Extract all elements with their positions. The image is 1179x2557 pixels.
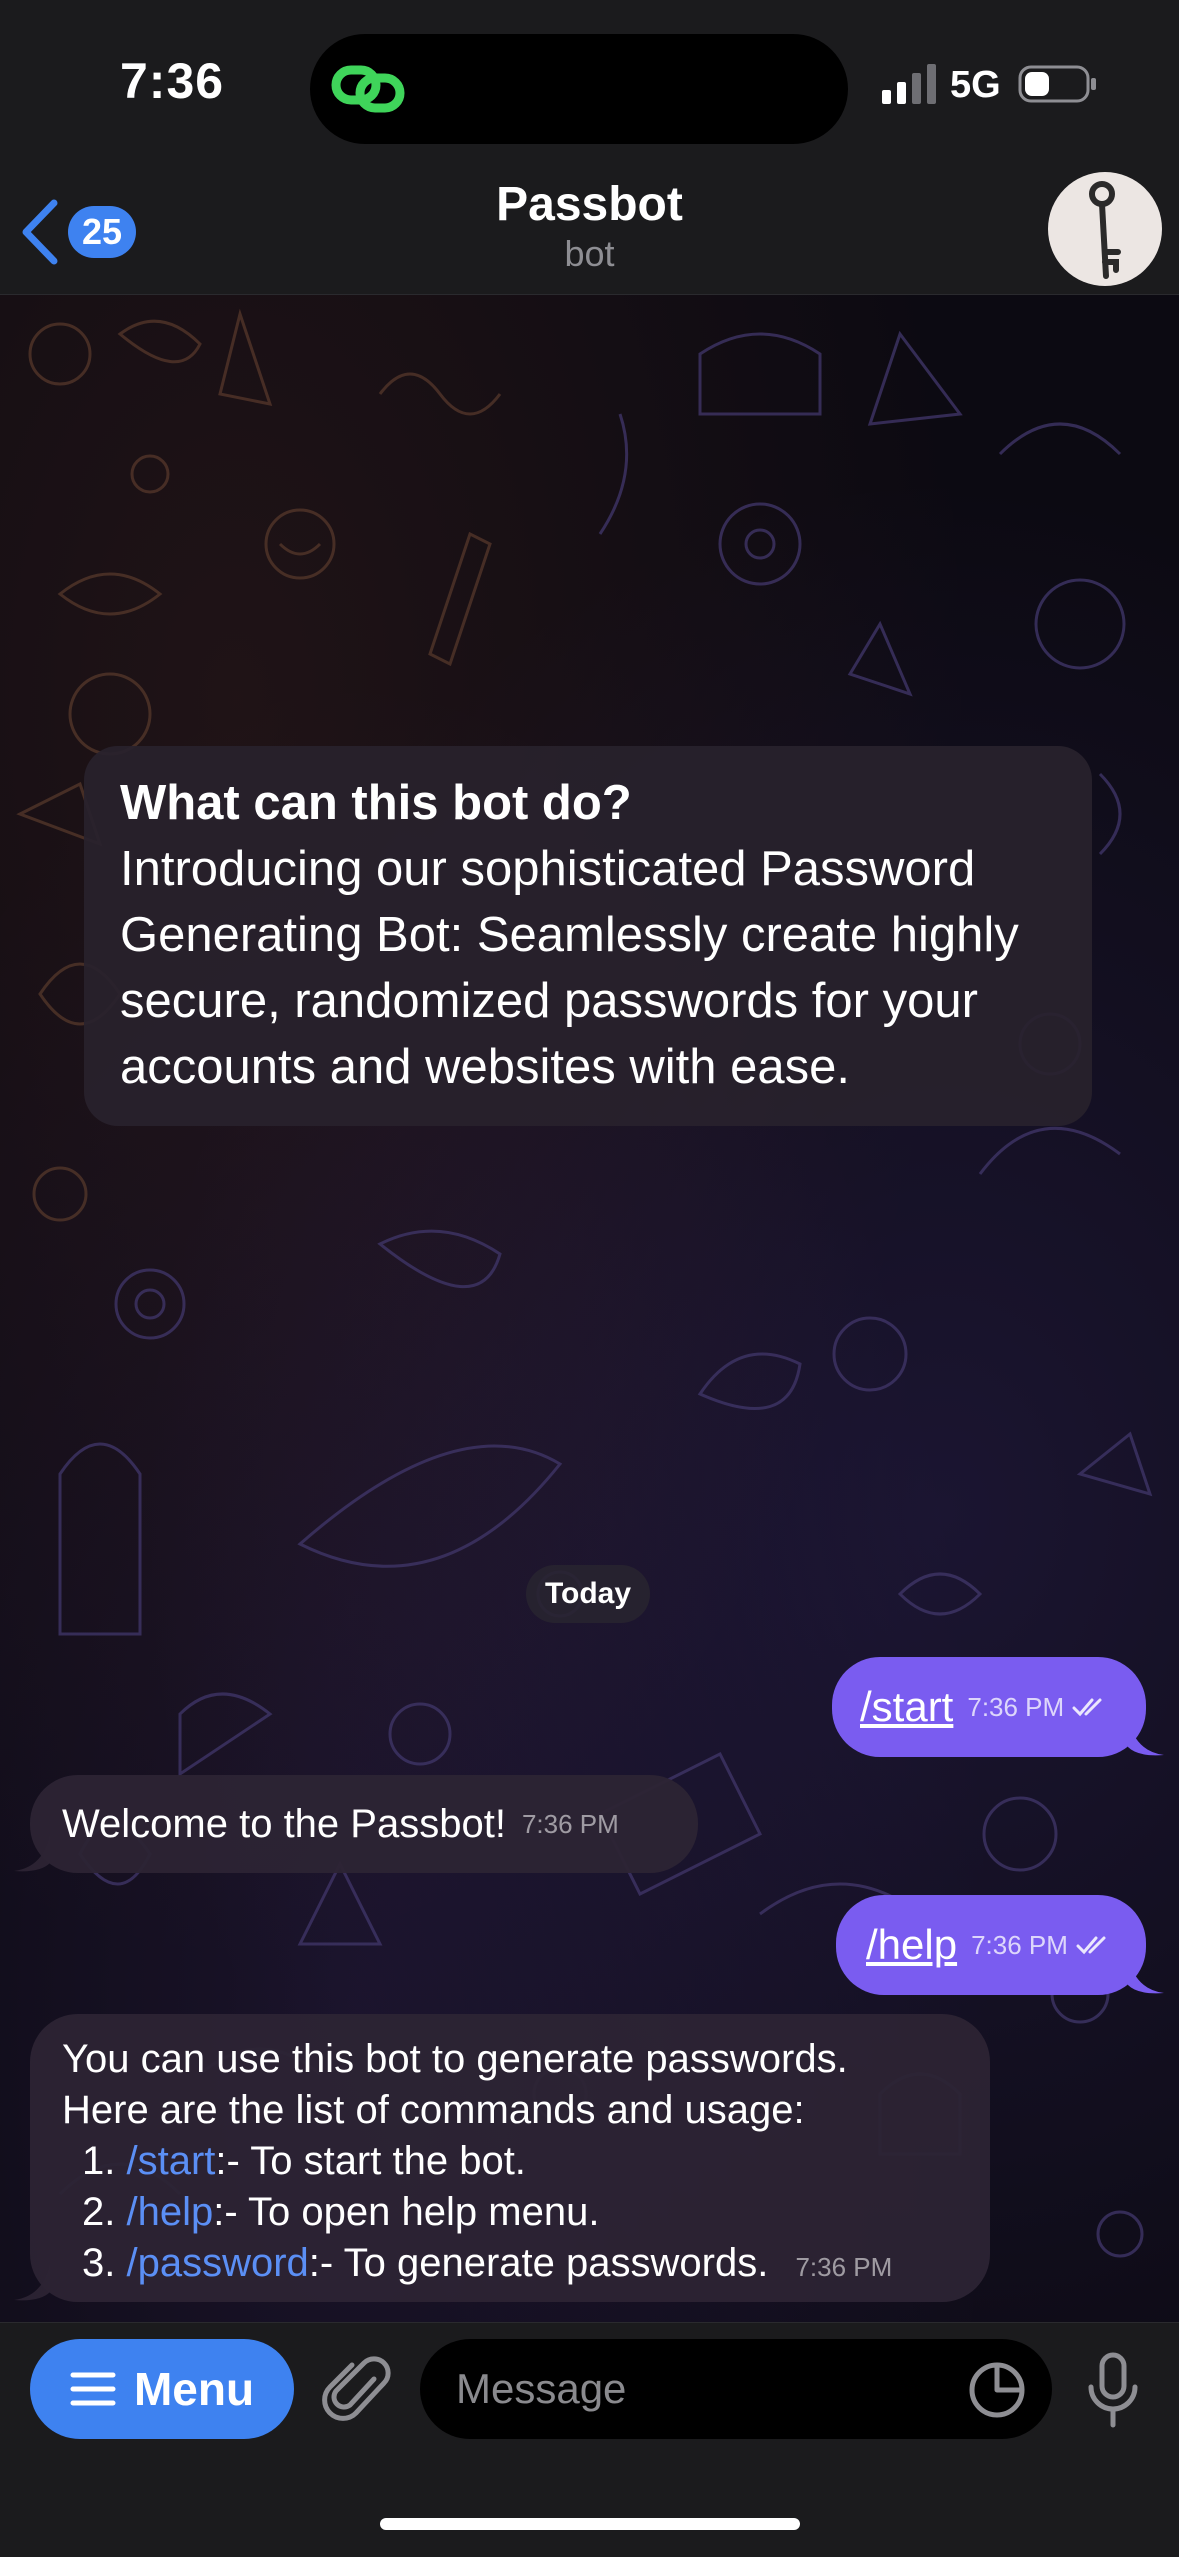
message-time: 7:36 PM bbox=[967, 1691, 1065, 1722]
home-indicator bbox=[380, 2518, 800, 2530]
list-item: 2. /help:- To open help menu. bbox=[82, 2190, 600, 2234]
intro-title: What can this bot do? bbox=[120, 776, 632, 830]
read-checkmarks-icon bbox=[1072, 1698, 1102, 1717]
chat-subtitle: bot bbox=[564, 232, 615, 274]
chat-title-block[interactable]: Passbot bot bbox=[0, 176, 1179, 273]
menu-button[interactable]: Menu bbox=[30, 2339, 294, 2439]
bot-intro-card: What can this bot do? Introducing our so… bbox=[84, 746, 1092, 1126]
list-item: 1. /start:- To start the bot. bbox=[82, 2139, 526, 2183]
help-command-link[interactable]: /help bbox=[126, 2190, 213, 2234]
hamburger-icon bbox=[70, 2372, 116, 2406]
list-item: 3. /password:- To generate passwords. 7:… bbox=[82, 2241, 893, 2285]
message-line: You can use this bot to generate passwor… bbox=[62, 2037, 848, 2081]
message-time: 7:36 PM bbox=[795, 2252, 893, 2282]
paperclip-icon[interactable] bbox=[322, 2349, 392, 2429]
message-line: Here are the list of commands and usage: bbox=[62, 2088, 805, 2132]
start-command-link[interactable]: /start bbox=[860, 1683, 953, 1731]
message-input[interactable]: Message bbox=[420, 2339, 1052, 2439]
status-time: 7:36 bbox=[120, 53, 225, 109]
key-icon bbox=[1089, 181, 1121, 279]
chat-header: 25 Passbot bot bbox=[0, 170, 1179, 295]
help-command-link[interactable]: /help bbox=[866, 1921, 957, 1969]
link-rings-icon bbox=[331, 65, 405, 113]
bubble-tail bbox=[14, 2262, 50, 2301]
date-separator: Today bbox=[526, 1565, 650, 1623]
intro-body: Introducing our sophisticated Password G… bbox=[120, 842, 1019, 1094]
read-checkmarks-icon bbox=[1076, 1936, 1106, 1955]
bubble-tail bbox=[14, 1833, 50, 1872]
command-list: 1. /start:- To start the bot. 2. /help:-… bbox=[62, 2136, 958, 2293]
bot-avatar[interactable] bbox=[1048, 172, 1162, 286]
bubble-tail bbox=[1128, 1717, 1164, 1756]
status-bar: 7:36 5G bbox=[0, 0, 1179, 170]
network-type: 5G bbox=[950, 64, 1001, 106]
password-command-link[interactable]: /password bbox=[126, 2241, 308, 2285]
command-description: :- To start the bot. bbox=[215, 2139, 526, 2183]
microphone-icon[interactable] bbox=[1086, 2351, 1140, 2429]
message-text: Welcome to the Passbot! bbox=[62, 1801, 506, 1846]
chat-title: Passbot bbox=[496, 178, 683, 231]
incoming-message-welcome: Welcome to the Passbot! 7:36 PM bbox=[30, 1775, 698, 1873]
command-description: :- To open help menu. bbox=[213, 2190, 600, 2234]
incoming-message-help-reply: You can use this bot to generate passwor… bbox=[30, 2014, 990, 2302]
bubble-tail bbox=[1128, 1955, 1164, 1994]
outgoing-message-help: /help 7:36 PM bbox=[836, 1895, 1146, 1995]
sticker-icon[interactable] bbox=[968, 2361, 1026, 2419]
start-command-link[interactable]: /start bbox=[126, 2139, 215, 2183]
battery-icon bbox=[1018, 65, 1096, 103]
outgoing-message-start: /start 7:36 PM bbox=[832, 1657, 1146, 1757]
command-description: :- To generate passwords. bbox=[308, 2241, 769, 2285]
message-placeholder: Message bbox=[456, 2365, 627, 2412]
menu-label: Menu bbox=[133, 2363, 255, 2415]
message-time: 7:36 PM bbox=[971, 1929, 1068, 1960]
message-time: 7:36 PM bbox=[521, 1808, 619, 1839]
cellular-signal-icon bbox=[882, 64, 936, 104]
